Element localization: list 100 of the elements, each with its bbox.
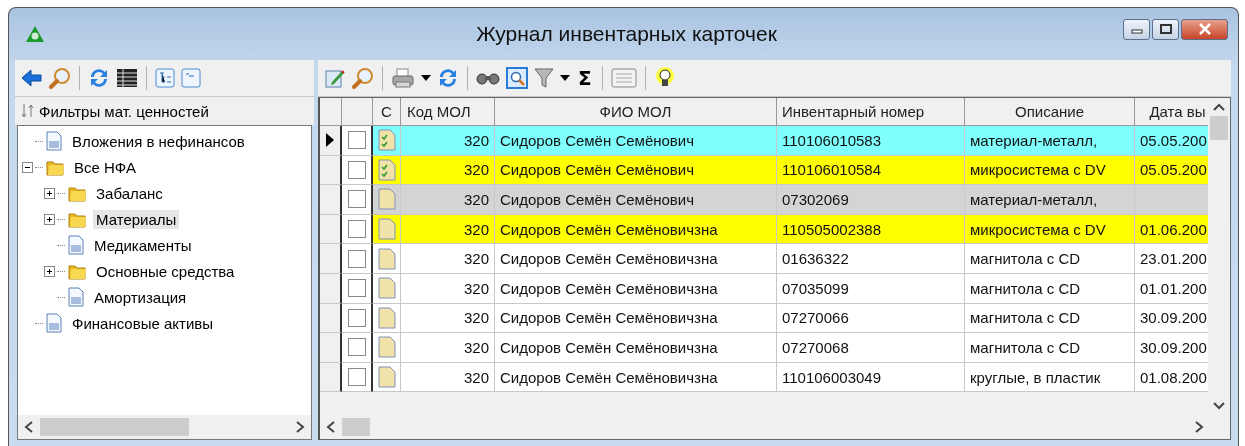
close-button[interactable]: [1181, 18, 1228, 40]
column-header[interactable]: С: [373, 98, 401, 126]
binoculars-icon[interactable]: [476, 70, 500, 86]
table-cell: Сидоров Семён Семёнович: [495, 126, 777, 156]
checkbox[interactable]: [347, 368, 366, 387]
tree-item[interactable]: Амортизация: [91, 287, 190, 307]
checkbox[interactable]: [347, 190, 366, 209]
minimize-button[interactable]: [1123, 18, 1150, 40]
table-row[interactable]: 320 Сидоров Семён Семёновичзна 07270068 магнитола с CD 30.09.200: [320, 333, 1208, 363]
checkbox[interactable]: [347, 249, 366, 268]
tree-view-icon[interactable]: [155, 68, 175, 88]
expand-icon[interactable]: [44, 265, 55, 277]
table-cell: Сидоров Семён Семёнович: [495, 185, 777, 215]
sort-icon: [21, 103, 35, 119]
tree-item[interactable]: Материалы: [93, 209, 180, 229]
expand-icon[interactable]: [44, 213, 55, 225]
table-cell: Сидоров Семён Семёновичзна: [495, 362, 777, 393]
back-arrow-icon[interactable]: [21, 68, 43, 88]
table-cell: материал-металл,: [965, 185, 1135, 215]
column-header[interactable]: [342, 98, 373, 126]
document-icon: [45, 131, 63, 151]
scroll-right-icon[interactable]: [1194, 421, 1204, 433]
table-row[interactable]: 320 Сидоров Семён Семёновичзна 110505002388 микросистема с DV 01.06.200: [320, 214, 1208, 245]
table-cell: 07035099: [777, 273, 965, 304]
sum-button[interactable]: Σ: [576, 66, 594, 90]
table-cell: Сидоров Семён Семёновичзна: [495, 333, 777, 363]
table-cell: 320: [401, 362, 495, 393]
caret-icon[interactable]: [421, 75, 431, 81]
table-row[interactable]: 320 Сидоров Семён Семёновичзна 07270066 магнитола с CD 30.09.200: [320, 303, 1208, 334]
table-cell: магнитола с CD: [965, 333, 1135, 363]
checkbox[interactable]: [347, 279, 366, 298]
scroll-thumb[interactable]: [342, 418, 370, 436]
table-row[interactable]: 320 Сидоров Семён Семёнович 110106010583 материал-металл, 05.05.200: [320, 126, 1208, 156]
close-icon: [1197, 23, 1212, 35]
scroll-thumb[interactable]: [40, 418, 189, 436]
checkbox[interactable]: [347, 131, 366, 150]
table-cell: 320: [401, 333, 495, 363]
table-row[interactable]: 320 Сидоров Семён Семёновичзна 110106003049 круглые, в пластик 01.08.200: [320, 362, 1208, 393]
table-cell: магнитола с CD: [965, 244, 1135, 274]
horizontal-scrollbar[interactable]: [18, 415, 311, 439]
scroll-left-icon[interactable]: [24, 421, 34, 433]
table-cell: 320: [401, 126, 495, 156]
table-cell: 320: [401, 273, 495, 304]
preview-icon[interactable]: [506, 67, 528, 89]
table-row[interactable]: 320 Сидоров Семён Семёнович 110106010584 микросистема с DV 05.05.200: [320, 155, 1208, 186]
column-header[interactable]: ФИО МОЛ: [495, 98, 777, 126]
printer-icon[interactable]: [391, 67, 415, 89]
tree-item[interactable]: Все НФА: [71, 157, 139, 177]
table-row[interactable]: 320 Сидоров Семён Семёновичзна 01636322 магнитола с CD 23.01.200: [320, 244, 1208, 274]
document-icon: [67, 235, 85, 255]
table-cell: 01636322: [777, 244, 965, 274]
table-cell: 01.01.200: [1135, 273, 1208, 304]
table-row[interactable]: 320 Сидоров Семён Семёнович 07302069 материал-металл,: [320, 185, 1208, 215]
search-icon[interactable]: [352, 67, 374, 89]
table-cell: магнитола с CD: [965, 273, 1135, 304]
table-cell: 320: [401, 244, 495, 274]
tree-item[interactable]: Финансовые активы: [69, 313, 217, 333]
document-icon: [67, 287, 85, 307]
column-header[interactable]: Код МОЛ: [401, 98, 495, 126]
column-header[interactable]: [320, 98, 342, 126]
table-cell: 320: [401, 185, 495, 215]
scroll-down-icon[interactable]: [1213, 401, 1225, 411]
tree-item[interactable]: Забаланс: [93, 183, 166, 203]
scroll-up-icon[interactable]: [1213, 102, 1225, 112]
scroll-right-icon[interactable]: [295, 421, 305, 433]
panel-title: Фильтры мат. ценностей: [39, 102, 209, 120]
refresh-icon[interactable]: [437, 67, 459, 89]
tree-item[interactable]: Основные средства: [93, 261, 238, 281]
collapse-icon[interactable]: [22, 161, 33, 173]
checkbox[interactable]: [347, 308, 366, 327]
edit-icon[interactable]: [324, 67, 346, 89]
checkbox[interactable]: [347, 220, 366, 239]
scroll-thumb[interactable]: [1210, 116, 1228, 140]
document-icon: [45, 313, 63, 333]
column-header[interactable]: Инвентарный номер: [777, 98, 965, 126]
expand-icon[interactable]: [44, 187, 55, 199]
checkbox[interactable]: [347, 338, 366, 357]
search-icon[interactable]: [49, 67, 71, 89]
tree-item[interactable]: Медикаменты: [91, 235, 195, 255]
list-icon[interactable]: [610, 68, 637, 88]
tree-item[interactable]: Вложения в нефинансов: [69, 131, 248, 151]
caret-icon[interactable]: [560, 75, 570, 81]
table-cell: 01.08.200: [1135, 362, 1208, 393]
app-logo-icon: [25, 25, 45, 43]
table-cell: 30.09.200: [1135, 333, 1208, 363]
column-header[interactable]: Описание: [965, 98, 1135, 126]
maximize-button[interactable]: [1152, 18, 1179, 40]
scroll-left-icon[interactable]: [326, 421, 336, 433]
checkbox[interactable]: [347, 160, 366, 179]
filter-icon[interactable]: [534, 67, 554, 89]
table-row[interactable]: 320 Сидоров Семён Семёновичзна 07035099 магнитола с CD 01.01.200: [320, 273, 1208, 304]
window-title: Журнал инвентарных карточек: [476, 22, 777, 46]
table-cell: материал-металл,: [965, 126, 1135, 156]
table-cell: круглые, в пластик: [965, 362, 1135, 393]
table-cell: 07302069: [777, 185, 965, 215]
maximize-icon: [1159, 24, 1172, 34]
table-icon[interactable]: [116, 68, 138, 88]
window-icon[interactable]: [181, 68, 201, 88]
table-cell: Сидоров Семён Семёновичзна: [495, 273, 777, 304]
refresh-icon[interactable]: [88, 67, 110, 89]
